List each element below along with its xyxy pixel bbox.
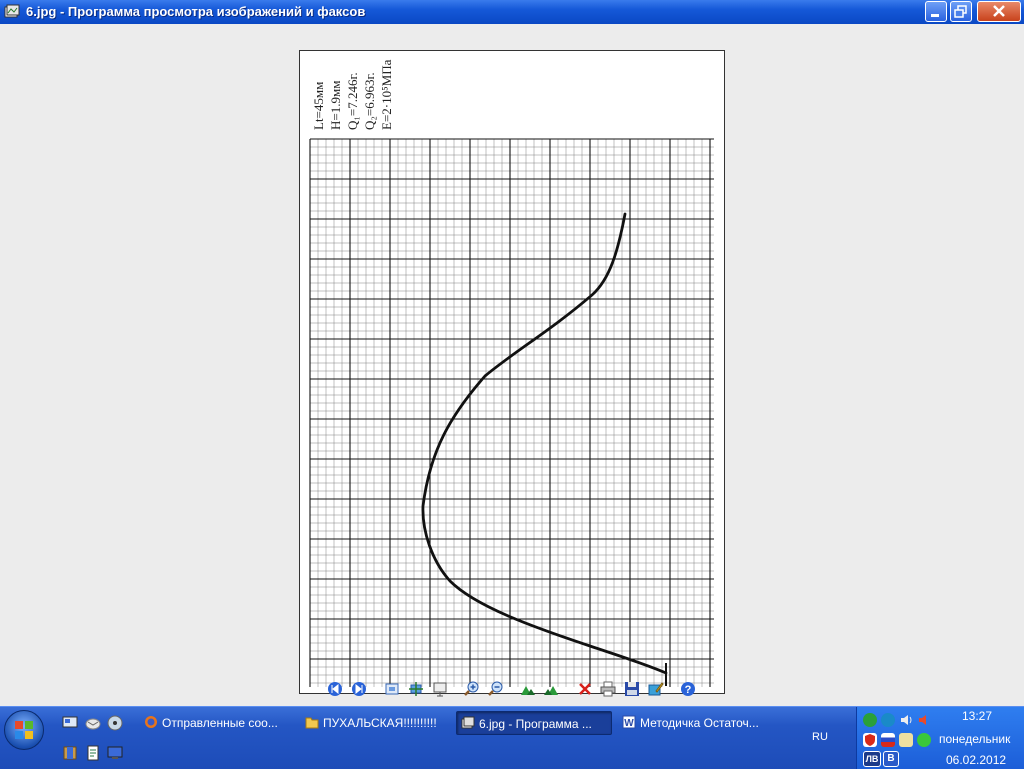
task-document[interactable]: W Методичка Остаточ...	[618, 711, 778, 735]
shield-icon	[865, 734, 875, 746]
quick-launch-media-icon[interactable]	[107, 715, 123, 731]
antivirus-shield-icon[interactable]	[863, 733, 877, 747]
keyboard-switcher-icon[interactable]	[899, 733, 913, 747]
previous-image-button[interactable]	[327, 681, 343, 697]
show-desktop-icon[interactable]	[62, 715, 78, 731]
minimize-icon	[931, 14, 939, 17]
task-label: ПУХАЛЬСКАЯ!!!!!!!!!!	[323, 716, 437, 730]
clock-day: понедельник	[939, 732, 1011, 746]
quick-launch-monitor-icon[interactable]	[107, 745, 123, 761]
image-viewport: Lt=45мм H=1.9мм Q₁=7.246г. Q₂=6.963г. E=…	[0, 24, 1024, 706]
task-sent-mail[interactable]: Отправленные соо...	[140, 711, 290, 735]
rotate-clockwise-button[interactable]	[520, 681, 536, 697]
zoom-in-button[interactable]	[464, 681, 480, 697]
task-label: Методичка Остаточ...	[640, 716, 759, 730]
print-button[interactable]	[600, 681, 616, 697]
speaker-icon	[901, 715, 912, 725]
svg-text:W: W	[624, 718, 634, 729]
help-button[interactable]: ?	[680, 681, 696, 697]
delete-button[interactable]	[577, 681, 593, 697]
windows-logo-icon	[15, 721, 33, 739]
image-viewer-icon	[4, 4, 20, 18]
task-folder[interactable]: ПУХАЛЬСКАЯ!!!!!!!!!!	[301, 711, 451, 735]
zoom-out-button[interactable]	[488, 681, 504, 697]
param-q1: Q₁=7.246г.	[345, 72, 360, 130]
system-tray: ЛВ B 13:27 понедельник 06.02.2012	[856, 707, 1024, 769]
specimen-parameters: Lt=45мм H=1.9мм Q₁=7.246г. Q₂=6.963г. E=…	[311, 59, 394, 130]
close-icon	[993, 5, 1005, 17]
network-icon[interactable]	[881, 713, 895, 727]
quick-launch-archive-icon[interactable]	[62, 745, 78, 761]
speaker-icon	[919, 715, 926, 725]
word-document-icon: W	[622, 715, 636, 729]
quick-launch-email-icon[interactable]	[85, 715, 101, 731]
speaker-alert-icon[interactable]	[917, 713, 931, 727]
quick-launch-document-icon[interactable]	[85, 745, 101, 761]
tray-app-lv-icon[interactable]: ЛВ	[863, 751, 881, 767]
task-image-viewer[interactable]: 6.jpg - Программа ...	[456, 711, 612, 735]
window-title: 6.jpg - Программа просмотра изображений …	[26, 4, 366, 19]
param-length: Lt=45мм	[311, 82, 326, 130]
best-fit-button[interactable]	[384, 681, 400, 697]
svg-text:?: ?	[685, 684, 692, 696]
next-image-button[interactable]	[351, 681, 367, 697]
taskbar: Отправленные соо... ПУХАЛЬСКАЯ!!!!!!!!!!…	[0, 706, 1024, 769]
task-label: Отправленные соо...	[162, 716, 278, 730]
save-button[interactable]	[624, 681, 640, 697]
edit-button[interactable]	[648, 681, 664, 697]
task-label: 6.jpg - Программа ...	[479, 717, 592, 731]
slideshow-button[interactable]	[432, 681, 448, 697]
volume-icon[interactable]	[899, 713, 913, 727]
clock-date: 06.02.2012	[946, 753, 1007, 767]
param-q2: Q₂=6.963г.	[362, 72, 377, 130]
scanned-graph-paper	[299, 50, 725, 694]
restore-icon	[954, 5, 967, 18]
title-bar[interactable]: 6.jpg - Программа просмотра изображений …	[0, 0, 1024, 25]
firefox-icon	[145, 716, 157, 728]
image-viewer-icon	[461, 716, 475, 729]
viewer-toolbar: ?	[0, 678, 1024, 702]
param-thickness: H=1.9мм	[328, 81, 343, 130]
actual-size-button[interactable]	[408, 681, 424, 697]
start-button[interactable]	[4, 710, 44, 750]
param-modulus: E=2·10⁵MПа	[379, 59, 394, 130]
deflection-graph	[309, 138, 714, 687]
tray-app-b-icon[interactable]: B	[883, 751, 899, 767]
folder-icon	[305, 717, 319, 729]
torrent-icon[interactable]	[863, 713, 877, 727]
restore-button[interactable]	[950, 1, 972, 22]
clock-time[interactable]: 13:27	[962, 709, 992, 723]
minimize-button[interactable]	[925, 1, 947, 22]
russian-flag-icon[interactable]	[881, 733, 895, 747]
messenger-icon[interactable]	[917, 733, 931, 747]
close-button[interactable]	[977, 1, 1021, 22]
language-indicator[interactable]: RU	[812, 731, 828, 743]
rotate-counterclockwise-button[interactable]	[543, 681, 559, 697]
